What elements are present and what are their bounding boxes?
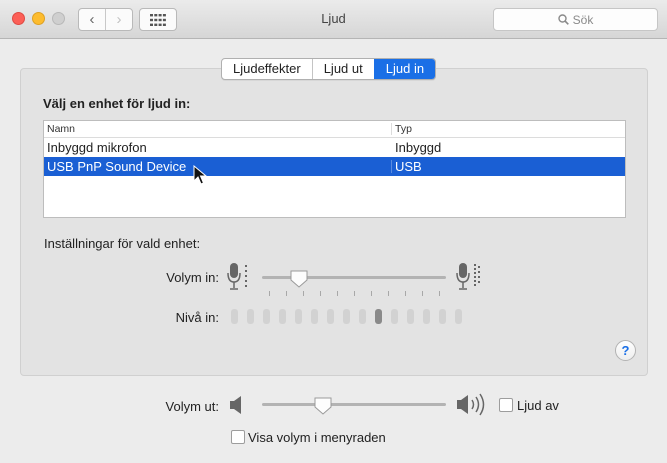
mouse-cursor-icon xyxy=(193,165,207,185)
mute-checkbox[interactable] xyxy=(499,398,513,412)
table-header: Namn Typ xyxy=(44,121,625,138)
table-row[interactable]: Inbyggd mikrofon Inbyggd xyxy=(44,138,625,157)
input-volume-knob[interactable] xyxy=(289,269,309,289)
device-type: USB xyxy=(395,159,422,174)
device-type: Inbyggd xyxy=(395,140,442,155)
column-divider xyxy=(391,123,392,135)
device-table: Namn Typ Inbyggd mikrofon Inbyggd USB Pn… xyxy=(43,120,626,218)
level-segment xyxy=(391,309,398,324)
tab-bar: Ljudeffekter Ljud ut Ljud in xyxy=(221,58,437,80)
search-icon xyxy=(557,14,569,25)
level-segment xyxy=(359,309,366,324)
search-placeholder: Sök xyxy=(572,12,594,27)
level-segment xyxy=(295,309,302,324)
level-segment xyxy=(247,309,254,324)
level-segment xyxy=(423,309,430,324)
speaker-low-icon xyxy=(230,396,241,414)
title-bar: ‹ › Ljud Sök xyxy=(0,0,667,39)
device-name: Inbyggd mikrofon xyxy=(47,140,147,155)
microphone-high-icon xyxy=(456,263,480,290)
input-level-label: Nivå in: xyxy=(175,310,219,325)
column-divider xyxy=(391,160,392,173)
microphone-low-icon xyxy=(227,263,247,290)
level-segment xyxy=(263,309,270,324)
input-level-meter xyxy=(231,309,481,325)
settings-heading: Inställningar för vald enhet: xyxy=(44,236,201,251)
column-header-name[interactable]: Namn xyxy=(47,123,75,135)
level-segment xyxy=(407,309,414,324)
device-name: USB PnP Sound Device xyxy=(47,159,187,174)
level-segment xyxy=(327,309,334,324)
speaker-high-icon xyxy=(457,393,485,416)
tab-output[interactable]: Ljud ut xyxy=(311,59,374,79)
level-segment xyxy=(375,309,382,324)
level-segment xyxy=(231,309,238,324)
sound-panel xyxy=(20,68,648,376)
mute-label: Ljud av xyxy=(517,398,559,413)
table-row-selected[interactable]: USB PnP Sound Device USB xyxy=(44,157,625,176)
output-volume-label: Volym ut: xyxy=(165,399,219,414)
column-header-type[interactable]: Typ xyxy=(395,123,412,135)
show-volume-in-menubar-checkbox[interactable] xyxy=(231,430,245,444)
help-button[interactable]: ? xyxy=(615,340,636,361)
level-segment xyxy=(439,309,446,324)
output-volume-knob[interactable] xyxy=(313,396,333,416)
tab-input[interactable]: Ljud in xyxy=(373,59,436,79)
output-volume-slider[interactable] xyxy=(262,403,446,406)
input-volume-label: Volym in: xyxy=(166,270,219,285)
search-field[interactable]: Sök xyxy=(493,8,658,31)
level-segment xyxy=(343,309,350,324)
input-volume-ticks xyxy=(269,291,440,296)
level-segment xyxy=(311,309,318,324)
tab-sound-effects[interactable]: Ljudeffekter xyxy=(222,59,312,79)
level-segment xyxy=(279,309,286,324)
level-segment xyxy=(455,309,462,324)
show-volume-in-menubar-label: Visa volym i menyraden xyxy=(248,430,386,445)
device-list-heading: Välj en enhet för ljud in: xyxy=(43,96,191,111)
